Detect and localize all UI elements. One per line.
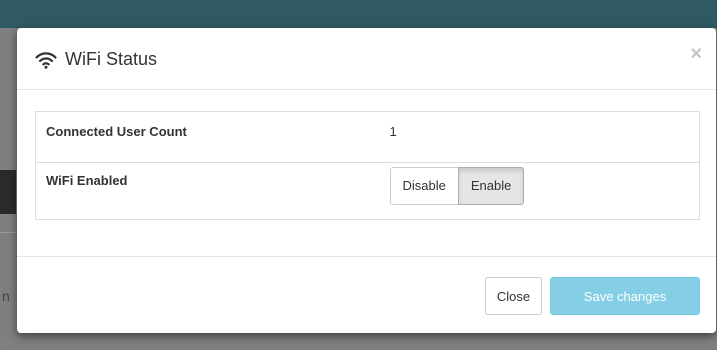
wifi-status-modal: WiFi Status × Connected User Count 1 WiF… xyxy=(17,28,716,333)
wifi-toggle-group: Disable Enable xyxy=(389,167,525,205)
connected-user-count-value: 1 xyxy=(389,124,397,139)
connected-user-count-label: Connected User Count xyxy=(46,124,187,139)
table-row: WiFi Enabled Disable Enable xyxy=(35,162,700,220)
wifi-icon xyxy=(35,51,57,69)
save-changes-button[interactable]: Save changes xyxy=(550,277,700,315)
background-divider xyxy=(0,232,16,233)
disable-button[interactable]: Disable xyxy=(389,167,459,205)
modal-title-text: WiFi Status xyxy=(65,49,158,69)
enable-button[interactable]: Enable xyxy=(457,167,525,205)
background-panel xyxy=(0,170,16,214)
modal-footer: Close Save changes xyxy=(17,256,716,333)
page-backdrop: n WiFi Status × Connected User Count 1 W… xyxy=(0,0,717,350)
background-navbar xyxy=(0,0,717,28)
close-icon[interactable]: × xyxy=(690,44,702,64)
wifi-info-table: Connected User Count 1 WiFi Enabled Disa… xyxy=(35,111,700,220)
background-text-fragment: n xyxy=(2,288,10,304)
modal-header: WiFi Status × xyxy=(17,28,716,90)
wifi-enabled-label: WiFi Enabled xyxy=(35,162,390,220)
wifi-enabled-cell: Disable Enable xyxy=(389,162,700,220)
table-row: Connected User Count 1 xyxy=(36,112,700,163)
modal-title: WiFi Status xyxy=(35,49,157,70)
close-button[interactable]: Close xyxy=(485,277,542,315)
